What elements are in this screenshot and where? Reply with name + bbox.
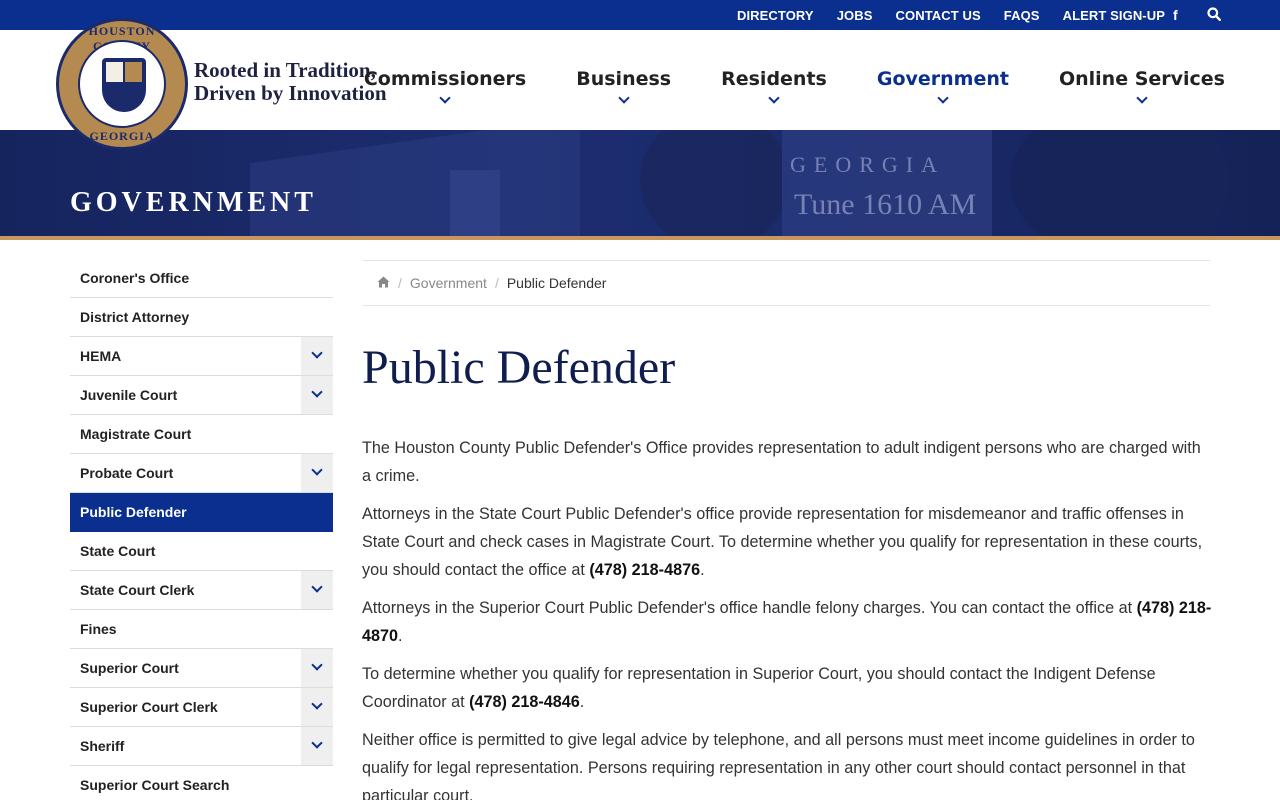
nav-label: Residents [721, 68, 827, 90]
sidebar-item-label: Sheriff [80, 738, 125, 754]
chevron-down-icon [311, 737, 323, 749]
hero-banner: GEORGIA Tune 1610 AM GOVERNMENT [0, 130, 1280, 238]
nav-label: Government [876, 68, 1009, 90]
facebook-icon[interactable]: f [1173, 7, 1178, 23]
expand-toggle[interactable] [301, 337, 333, 375]
hero-building-image [250, 130, 580, 238]
paragraph-legal-advice: Neither office is permitted to give lega… [362, 731, 1195, 800]
sidebar-item-superior-court-search[interactable]: Superior Court Search [70, 766, 333, 800]
nav-online-services[interactable]: Online Services [1059, 30, 1225, 130]
hero-tree-image [640, 130, 790, 238]
sidebar-item-superior-court-clerk[interactable]: Superior Court Clerk [70, 688, 333, 727]
sidebar-item-juvenile-court[interactable]: Juvenile Court [70, 376, 333, 415]
paragraph-superior-court: Attorneys in the Superior Court Public D… [362, 599, 1212, 645]
chevron-down-icon [311, 659, 323, 671]
breadcrumb-separator: / [494, 275, 499, 291]
expand-toggle[interactable] [301, 571, 333, 609]
sidebar-item-fines[interactable]: Fines [70, 610, 333, 649]
expand-toggle[interactable] [301, 727, 333, 765]
breadcrumb-separator: / [398, 275, 402, 291]
breadcrumb-link-government[interactable]: Government [410, 275, 487, 291]
phone-number[interactable]: (478) 218-4846 [469, 693, 580, 711]
nav-commissioners[interactable]: Commissioners [364, 30, 526, 130]
sidebar-item-label: State Court Clerk [80, 582, 195, 598]
hero-tree-image [1010, 130, 1230, 238]
alert-signup-link[interactable]: ALERT SIGN-UP [1063, 8, 1165, 23]
breadcrumb-current: Public Defender [506, 275, 607, 291]
county-seal-logo[interactable]: HOUSTON COUNTY GEORGIA [56, 18, 188, 150]
nav-label: Commissioners [363, 68, 527, 90]
nav-government[interactable]: Government [877, 30, 1009, 130]
paragraph-state-court: Attorneys in the State Court Public Defe… [362, 505, 1203, 579]
hero-divider [0, 236, 1280, 240]
sidebar-item-label: HEMA [80, 348, 122, 364]
breadcrumb: / Government / Public Defender [363, 260, 1210, 306]
sidebar-item-state-court-clerk[interactable]: State Court Clerk [70, 571, 333, 610]
chevron-down-icon [311, 347, 323, 359]
jobs-link[interactable]: JOBS [837, 8, 873, 23]
expand-toggle[interactable] [301, 688, 333, 726]
phone-number[interactable]: (478) 218-4876 [589, 561, 700, 579]
chevron-down-icon [768, 92, 780, 104]
utility-links: DIRECTORY JOBS CONTACT US FAQS ALERT SIG… [714, 0, 1165, 30]
sidebar-item-probate-court[interactable]: Probate Court [70, 454, 333, 493]
expand-toggle[interactable] [301, 649, 333, 687]
chevron-down-icon [618, 92, 630, 104]
chevron-down-icon [311, 464, 323, 476]
sidebar-item-public-defender[interactable]: Public Defender [70, 493, 333, 532]
hero-chimney-image [450, 170, 500, 238]
hero-sign-text: Tune 1610 AM [794, 188, 977, 221]
chevron-down-icon [311, 386, 323, 398]
sidebar-item-sheriff[interactable]: Sheriff [70, 727, 333, 766]
sidebar-item-label: Magistrate Court [80, 426, 192, 442]
paragraph-text: Attorneys in the State Court Public Defe… [362, 505, 1203, 579]
chevron-down-icon [311, 581, 323, 593]
paragraph-text: Attorneys in the Superior Court Public D… [362, 599, 1137, 617]
sidebar-item-label: Juvenile Court [80, 387, 178, 403]
chevron-down-icon [937, 92, 949, 104]
nav-label: Business [576, 68, 672, 90]
faqs-link[interactable]: FAQS [1004, 8, 1040, 23]
sidebar-item-superior-court[interactable]: Superior Court [70, 649, 333, 688]
sidebar-item-coroners-office[interactable]: Coroner's Office [70, 259, 333, 298]
sidebar-item-label: Superior Court Search [80, 777, 230, 793]
sidebar-item-label: Superior Court [80, 660, 179, 676]
sidebar-nav: Coroner's Office District Attorney HEMA … [70, 259, 333, 800]
paragraph-intro: The Houston County Public Defender's Off… [362, 439, 1201, 485]
hero-sign-text: GEORGIA [790, 152, 945, 177]
chevron-down-icon [439, 92, 451, 104]
sidebar-item-magistrate-court[interactable]: Magistrate Court [70, 415, 333, 454]
nav-residents[interactable]: Residents [721, 30, 827, 130]
section-title: GOVERNMENT [70, 187, 317, 218]
seal-emblem [78, 40, 166, 128]
nav-label: Online Services [1058, 68, 1225, 90]
sidebar-item-label: District Attorney [80, 309, 190, 325]
seal-shield-icon [102, 58, 146, 112]
sidebar-item-label: Coroner's Office [80, 270, 190, 286]
utility-bar: DIRECTORY JOBS CONTACT US FAQS ALERT SIG… [0, 0, 1280, 30]
page-body: The Houston County Public Defender's Off… [362, 434, 1212, 800]
sidebar-item-label: State Court [80, 543, 156, 559]
chevron-down-icon [311, 698, 323, 710]
expand-toggle[interactable] [301, 454, 333, 492]
sidebar-item-state-court[interactable]: State Court [70, 532, 333, 571]
expand-toggle[interactable] [301, 376, 333, 414]
home-icon[interactable] [377, 276, 390, 291]
sidebar-item-label: Superior Court Clerk [80, 699, 218, 715]
directory-link[interactable]: DIRECTORY [737, 8, 814, 23]
sidebar-item-label: Public Defender [80, 504, 187, 520]
sidebar-item-label: Probate Court [80, 465, 174, 481]
nav-business[interactable]: Business [576, 30, 671, 130]
contact-us-link[interactable]: CONTACT US [896, 8, 981, 23]
page-title: Public Defender [362, 341, 676, 394]
chevron-down-icon [1136, 92, 1148, 104]
seal-text-bottom: GEORGIA [89, 129, 155, 143]
main-nav: Commissioners Business Residents Governm… [314, 30, 1225, 130]
sidebar-item-label: Fines [80, 621, 117, 637]
paragraph-indigent-coordinator: To determine whether you qualify for rep… [362, 665, 1156, 711]
search-icon[interactable] [1207, 7, 1222, 24]
sidebar-item-district-attorney[interactable]: District Attorney [70, 298, 333, 337]
sidebar-item-hema[interactable]: HEMA [70, 337, 333, 376]
